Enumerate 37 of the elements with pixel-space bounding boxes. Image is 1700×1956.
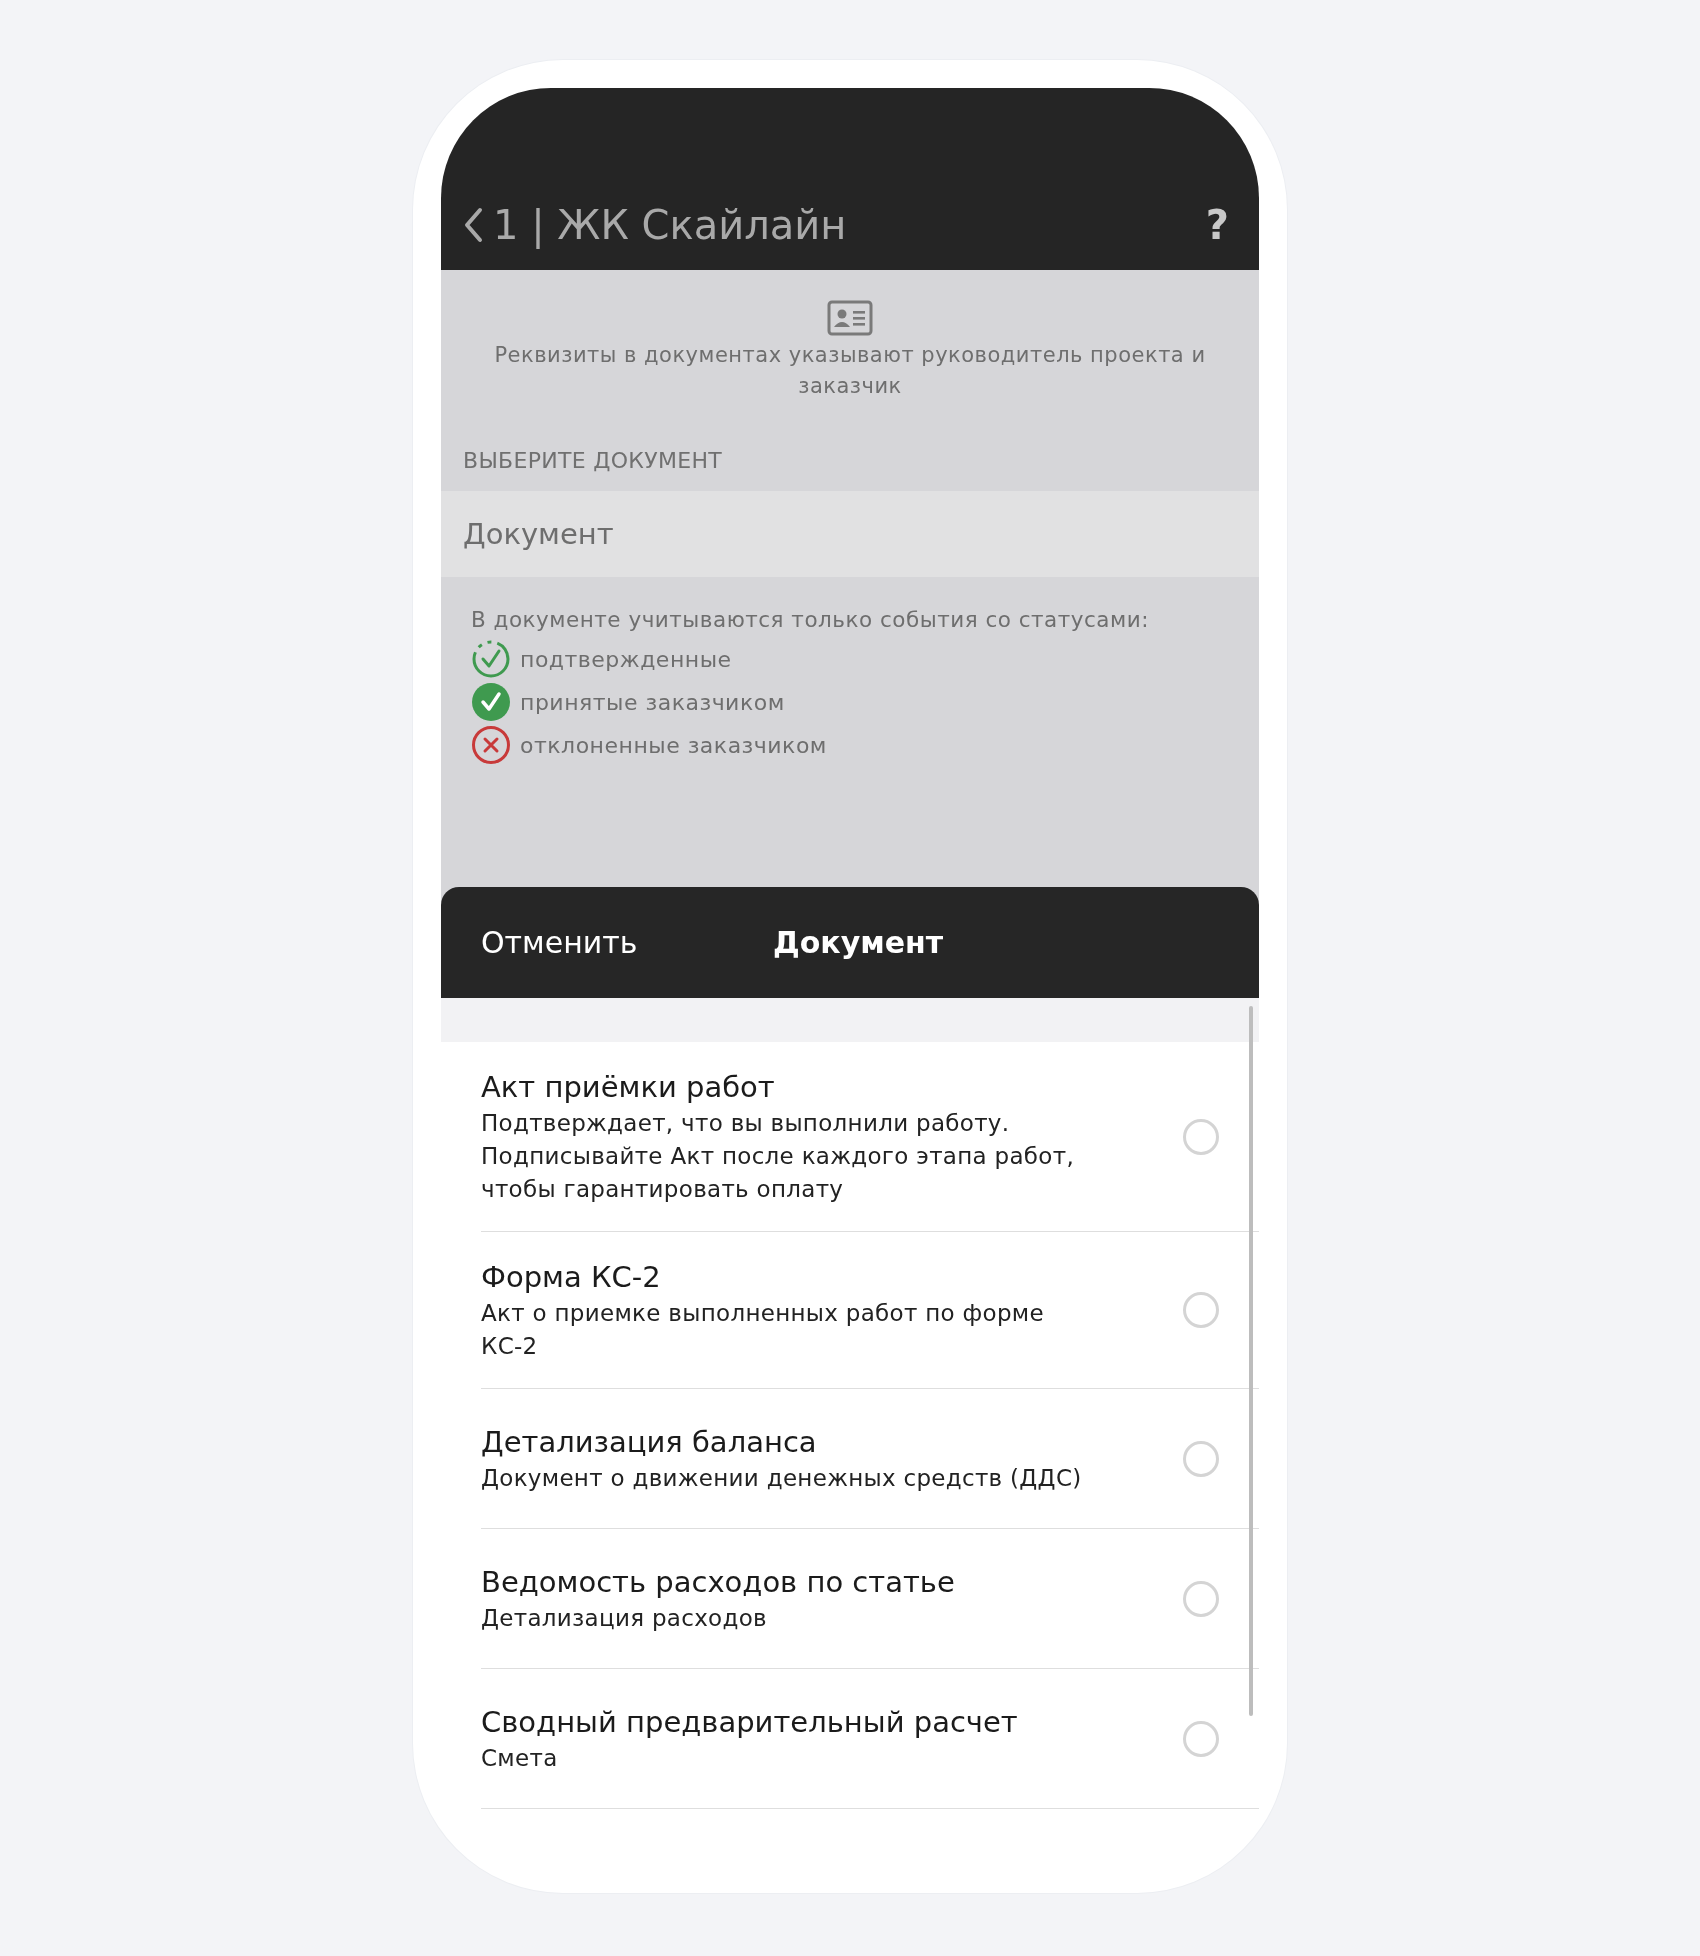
- status-label: принятые заказчиком: [520, 689, 785, 715]
- status-intro: В документе учитываются только события со статусами:: [471, 607, 1150, 632]
- status-label: отклоненные заказчиком: [520, 732, 827, 758]
- option-description: Документ о движении денежных средств (ДДС): [481, 1464, 1083, 1493]
- dashed-check-icon: [471, 639, 511, 679]
- cancel-button[interactable]: Отменить: [481, 925, 773, 960]
- notice-text: Реквизиты в документах указывают руководитель проекта и заказчик: [493, 342, 1207, 400]
- document-option[interactable]: Сводный предварительный расчет Смета: [481, 1669, 1259, 1809]
- sheet-title: Документ: [773, 925, 944, 960]
- id-card-icon: [827, 300, 873, 336]
- option-description: Детализация расходов: [481, 1604, 768, 1633]
- document-option[interactable]: Форма КС-2 Акт о приемке выполненных работ по форме КС-2: [481, 1232, 1259, 1389]
- option-title: Форма КС-2: [481, 1259, 662, 1296]
- radio-button[interactable]: [1183, 1720, 1219, 1757]
- option-title: Сводный предварительный расчет: [481, 1704, 1019, 1741]
- help-button[interactable]: ?: [1205, 202, 1229, 248]
- back-button[interactable]: 1 | ЖК Скайлайн: [463, 202, 847, 248]
- option-description: Акт о приемке выполненных работ по форме КС-2: [481, 1299, 1045, 1361]
- radio-button[interactable]: [1183, 1440, 1219, 1477]
- option-title: Детализация баланса: [481, 1424, 818, 1461]
- radio-button[interactable]: [1183, 1580, 1219, 1617]
- scrollbar[interactable]: [1249, 1006, 1253, 1716]
- cross-circle-icon: [471, 725, 511, 765]
- back-chevron-icon: [463, 207, 483, 243]
- document-field[interactable]: Документ: [441, 491, 1259, 577]
- option-title: Акт приёмки работ: [481, 1069, 776, 1106]
- option-description: Смета: [481, 1744, 559, 1773]
- radio-button[interactable]: [1183, 1292, 1219, 1328]
- document-option[interactable]: Детализация баланса Документ о движении денежных средств (ДДС): [481, 1389, 1259, 1529]
- status-label: подтвержденные: [520, 646, 732, 672]
- option-title: Ведомость расходов по статье: [481, 1564, 956, 1601]
- radio-button[interactable]: [1183, 1118, 1219, 1155]
- document-option[interactable]: Акт приёмки работ Подтверждает, что вы выполнили работу. Подписывайте Акт после каждого этапа работ, чтобы гарантировать оплату: [481, 1042, 1259, 1232]
- check-circle-icon: [471, 682, 511, 722]
- option-description: Подтверждает, что вы выполнили работу. Подписывайте Акт после каждого этапа работ, чтобы гарантировать оплату: [481, 1109, 1076, 1204]
- section-label: ВЫБЕРИТЕ ДОКУМЕНТ: [462, 447, 724, 475]
- document-option[interactable]: Ведомость расходов по статье Детализация расходов: [481, 1529, 1259, 1669]
